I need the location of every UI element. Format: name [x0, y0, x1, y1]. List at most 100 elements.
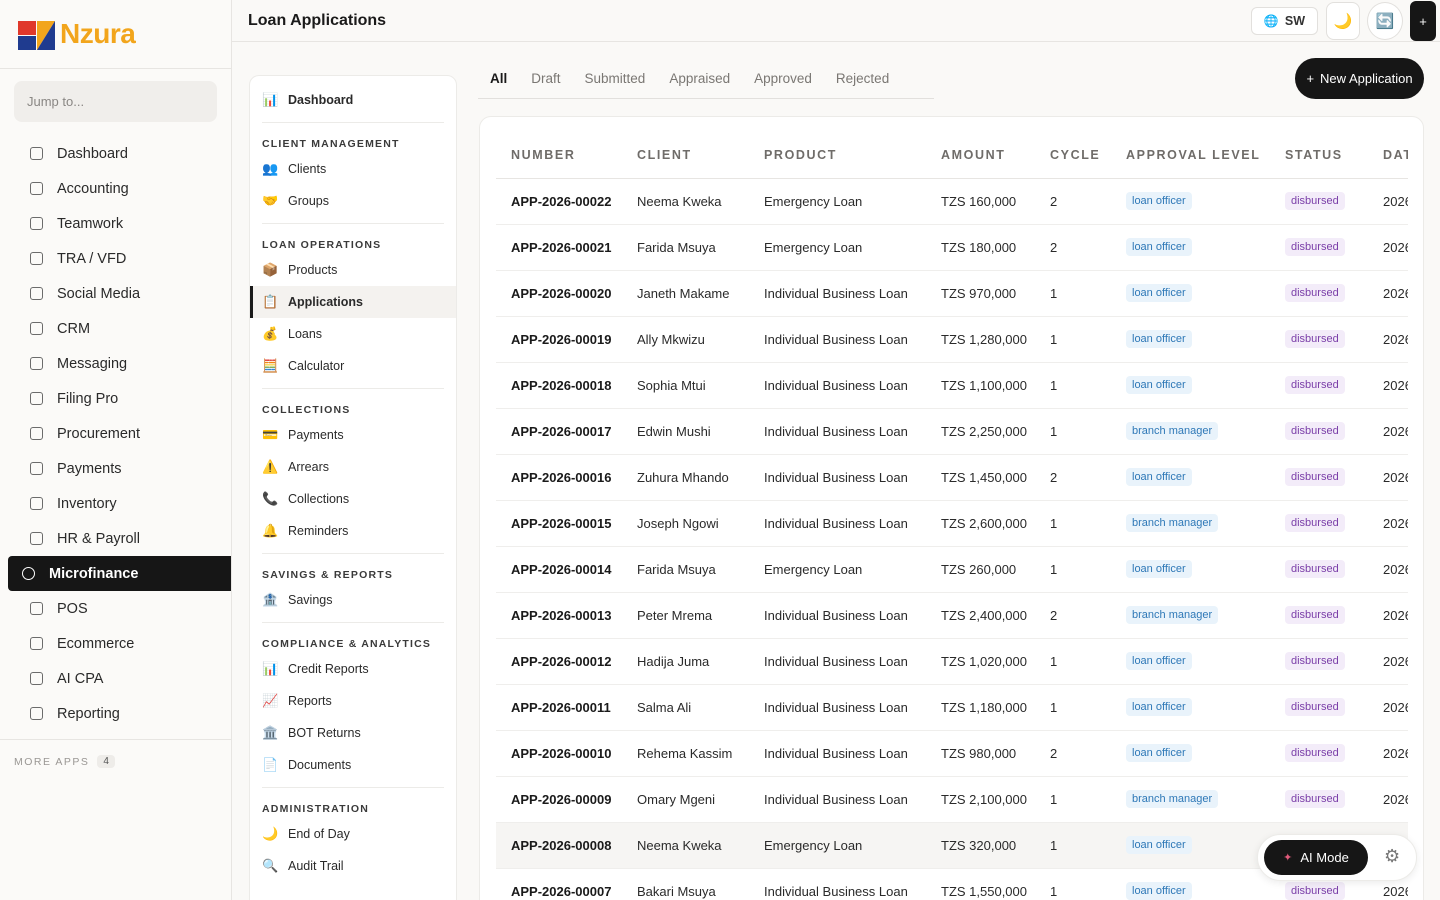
table-row[interactable]: APP-2026-00015 Joseph Ngowi Individual Bus… [496, 500, 1408, 547]
status-cell: disbursed [1270, 270, 1368, 317]
application-number[interactable]: APP-2026-00009 [496, 776, 622, 823]
module-nav-end-of-day[interactable]: 🌙 End of Day [250, 818, 456, 850]
table-row[interactable]: APP-2026-00017 Edwin Mushi Individual Busi… [496, 408, 1408, 455]
app-nav-item-accounting[interactable]: Accounting [8, 171, 231, 206]
app-nav-item-ai-cpa[interactable]: AI CPA [8, 661, 231, 696]
quick-add-button[interactable]: + [1410, 1, 1436, 41]
table-row[interactable]: APP-2026-00018 Sophia Mtui Individual Busi… [496, 362, 1408, 409]
application-number[interactable]: APP-2026-00012 [496, 638, 622, 685]
app-nav-item-filing-pro[interactable]: Filing Pro [8, 381, 231, 416]
module-nav-payments[interactable]: 💳 Payments [250, 419, 456, 451]
table-row[interactable]: APP-2026-00010 Rehema Kassim Individual Bu… [496, 730, 1408, 777]
app-nav-item-inventory[interactable]: Inventory [8, 486, 231, 521]
new-application-button[interactable]: + New Application [1295, 58, 1424, 99]
table-row[interactable]: APP-2026-00022 Neema Kweka Emergency Loan T… [496, 178, 1408, 225]
app-nav-item-payments[interactable]: Payments [8, 451, 231, 486]
table-row[interactable]: APP-2026-00020 Janeth Makame Individual Bu… [496, 270, 1408, 317]
module-nav-products[interactable]: 📦 Products [250, 254, 456, 286]
module-nav-collections[interactable]: 📞 Collections [250, 483, 456, 515]
table-row[interactable]: APP-2026-00012 Hadija Juma Individual Busi… [496, 638, 1408, 685]
application-number[interactable]: APP-2026-00018 [496, 362, 622, 409]
application-number[interactable]: APP-2026-00007 [496, 868, 622, 900]
application-number[interactable]: APP-2026-00011 [496, 684, 622, 731]
application-number[interactable]: APP-2026-00008 [496, 822, 622, 869]
column-header-client[interactable]: CLIENT [622, 133, 749, 179]
tab-appraised[interactable]: Appraised [657, 58, 742, 99]
application-number[interactable]: APP-2026-00022 [496, 178, 622, 225]
module-nav-savings[interactable]: 🏦 Savings [250, 584, 456, 616]
table-row[interactable]: APP-2026-00021 Farida Msuya Emergency Loan… [496, 224, 1408, 271]
approval-level-badge: loan officer [1126, 238, 1192, 256]
table-row[interactable]: APP-2026-00016 Zuhura Mhando Individual Bu… [496, 454, 1408, 501]
application-number[interactable]: APP-2026-00019 [496, 316, 622, 363]
ai-mode-button[interactable]: ✦ AI Mode [1264, 840, 1368, 875]
app-nav-item-ecommerce[interactable]: Ecommerce [8, 626, 231, 661]
module-nav-credit-reports[interactable]: 📊 Credit Reports [250, 653, 456, 685]
approval-level-badge: branch manager [1126, 422, 1219, 440]
app-nav-item-pos[interactable]: POS [8, 591, 231, 626]
module-nav-arrears[interactable]: ⚠️ Arrears [250, 451, 456, 483]
tab-draft[interactable]: Draft [519, 58, 572, 99]
module-nav-groups[interactable]: 🤝 Groups [250, 185, 456, 217]
module-nav-reports[interactable]: 📈 Reports [250, 685, 456, 717]
ai-mode-label: AI Mode [1300, 850, 1349, 865]
gear-icon[interactable]: ⚙ [1384, 846, 1400, 867]
application-number[interactable]: APP-2026-00016 [496, 454, 622, 501]
application-number[interactable]: APP-2026-00014 [496, 546, 622, 593]
app-nav-item-messaging[interactable]: Messaging [8, 346, 231, 381]
jump-to-search[interactable] [14, 81, 217, 122]
table-scroll-area[interactable]: NUMBER CLIENT PRODUCT AMOUNT CYCLE APPROVAL L… [496, 133, 1408, 900]
tab-all[interactable]: All [478, 58, 519, 99]
app-nav-item-reporting[interactable]: Reporting [8, 696, 231, 731]
application-number[interactable]: APP-2026-00021 [496, 224, 622, 271]
column-header-product[interactable]: PRODUCT [749, 133, 926, 179]
column-header-amount[interactable]: AMOUNT [926, 133, 1035, 179]
module-nav-bot-returns[interactable]: 🏛️ BOT Returns [250, 717, 456, 749]
module-nav-clients[interactable]: 👥 Clients [250, 153, 456, 185]
amount: TZS 160,000 [926, 178, 1035, 225]
app-nav-item-crm[interactable]: CRM [8, 311, 231, 346]
tab-approved[interactable]: Approved [742, 58, 824, 99]
module-nav-audit-trail[interactable]: 🔍 Audit Trail [250, 850, 456, 882]
brand-logo[interactable]: Nzura [0, 0, 231, 69]
app-nav-item-social-media[interactable]: Social Media [8, 276, 231, 311]
app-nav-item-microfinance[interactable]: Microfinance [8, 556, 231, 591]
column-header-date[interactable]: DATE [1368, 133, 1408, 179]
application-number[interactable]: APP-2026-00013 [496, 592, 622, 639]
module-nav-calculator[interactable]: 🧮 Calculator [250, 350, 456, 382]
app-nav-item-hr-payroll[interactable]: HR & Payroll [8, 521, 231, 556]
jump-to-input[interactable] [27, 94, 217, 109]
tab-rejected[interactable]: Rejected [824, 58, 901, 99]
theme-toggle-button[interactable]: 🌙 [1326, 2, 1360, 40]
more-apps[interactable]: MORE APPS 4 [0, 739, 231, 783]
application-number[interactable]: APP-2026-00015 [496, 500, 622, 547]
application-number[interactable]: APP-2026-00020 [496, 270, 622, 317]
module-nav-applications[interactable]: 📋 Applications [250, 286, 456, 318]
app-nav-item-tra-vfd[interactable]: TRA / VFD [8, 241, 231, 276]
table-row[interactable]: APP-2026-00019 Ally Mkwizu Individual Busi… [496, 316, 1408, 363]
column-header-cycle[interactable]: CYCLE [1035, 133, 1111, 179]
amount: TZS 180,000 [926, 224, 1035, 271]
application-number[interactable]: APP-2026-00017 [496, 408, 622, 455]
table-row[interactable]: APP-2026-00011 Salma Ali Individual Busine… [496, 684, 1408, 731]
column-header-number[interactable]: NUMBER [496, 133, 622, 179]
app-nav-item-teamwork[interactable]: Teamwork [8, 206, 231, 241]
module-nav-documents[interactable]: 📄 Documents [250, 749, 456, 781]
audit-trail-icon: 🔍 [262, 858, 279, 873]
table-row[interactable]: APP-2026-00013 Peter Mrema Individual Busi… [496, 592, 1408, 639]
tab-submitted[interactable]: Submitted [573, 58, 658, 99]
table-row[interactable]: APP-2026-00009 Omary Mgeni Individual Busi… [496, 776, 1408, 823]
column-header-status[interactable]: STATUS [1270, 133, 1368, 179]
app-nav-item-procurement[interactable]: Procurement [8, 416, 231, 451]
card-icon [30, 462, 43, 475]
module-nav-loans[interactable]: 💰 Loans [250, 318, 456, 350]
refresh-button[interactable]: 🔄 [1367, 2, 1403, 40]
table-row[interactable]: APP-2026-00014 Farida Msuya Emergency Loan… [496, 546, 1408, 593]
approval-level-cell: branch manager [1111, 592, 1270, 639]
language-button[interactable]: 🌐 SW [1250, 7, 1318, 35]
app-nav-item-dashboard[interactable]: Dashboard [8, 136, 231, 171]
application-number[interactable]: APP-2026-00010 [496, 730, 622, 777]
column-header-approval-level[interactable]: APPROVAL LEVEL [1111, 133, 1270, 179]
module-nav-dashboard[interactable]: 📊 Dashboard [250, 84, 456, 116]
module-nav-reminders[interactable]: 🔔 Reminders [250, 515, 456, 547]
